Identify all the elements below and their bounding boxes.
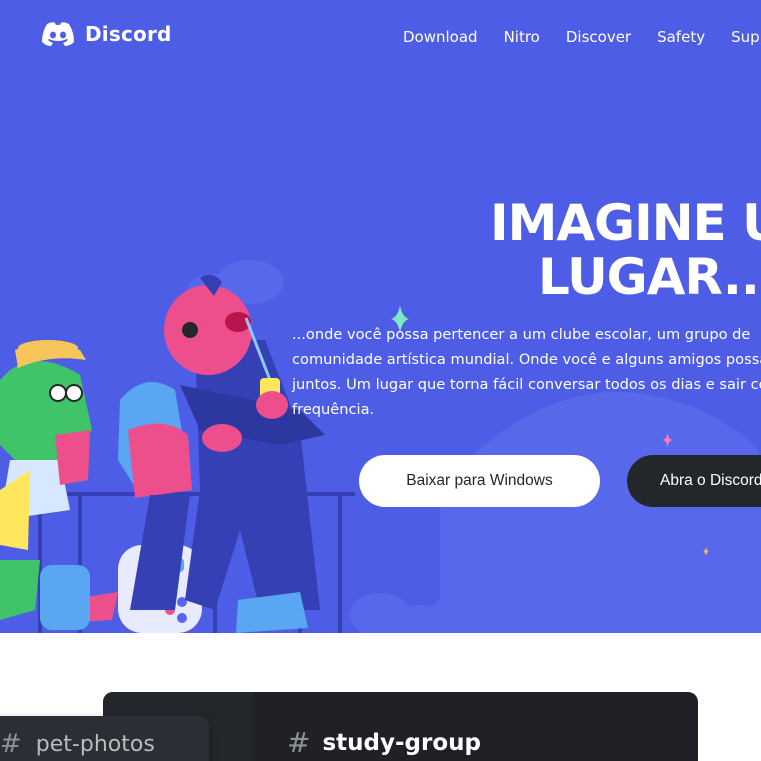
headline-line-1: IMAGINE UM [490,194,761,252]
hero-headline: IMAGINE UM LUGAR... [490,196,761,304]
channel-name: pet-photos [35,731,155,757]
discord-logo-icon [42,22,74,46]
hashtag-icon: # [287,726,311,759]
hero-description: ...onde você possa pertencer a um clube … [292,322,761,422]
nav-safety[interactable]: Safety [657,28,705,46]
description-line: comunidade artística mundial. Onde você … [292,351,761,368]
download-windows-button[interactable]: Baixar para Windows [359,455,600,507]
nav-support[interactable]: Support [731,28,761,46]
open-in-browser-button[interactable]: Abra o Discord no seu navegador [627,455,761,507]
headline-line-2: LUGAR... [538,248,761,306]
description-line: frequência. [292,401,375,418]
nav-download[interactable]: Download [403,28,478,46]
nav-discover[interactable]: Discover [566,28,631,46]
channel-study-group[interactable]: # study-group [287,726,481,759]
description-line: juntos. Um lugar que torna fácil convers… [292,376,761,393]
channel-pet-photos[interactable]: # pet-photos [0,729,155,759]
description-line: ...onde você possa pertencer a um clube … [292,326,751,343]
top-navigation: Download Nitro Discover Safety Support [403,28,761,46]
hashtag-icon: # [0,729,22,759]
sparkle-icon [663,433,672,447]
brand-name: Discord [85,22,172,46]
sparkle-icon [703,547,709,556]
channel-name: study-group [322,729,481,756]
nav-nitro[interactable]: Nitro [504,28,540,46]
discord-logo[interactable]: Discord [41,21,172,47]
hero-section: Discord Download Nitro Discover Safety S… [0,0,761,633]
